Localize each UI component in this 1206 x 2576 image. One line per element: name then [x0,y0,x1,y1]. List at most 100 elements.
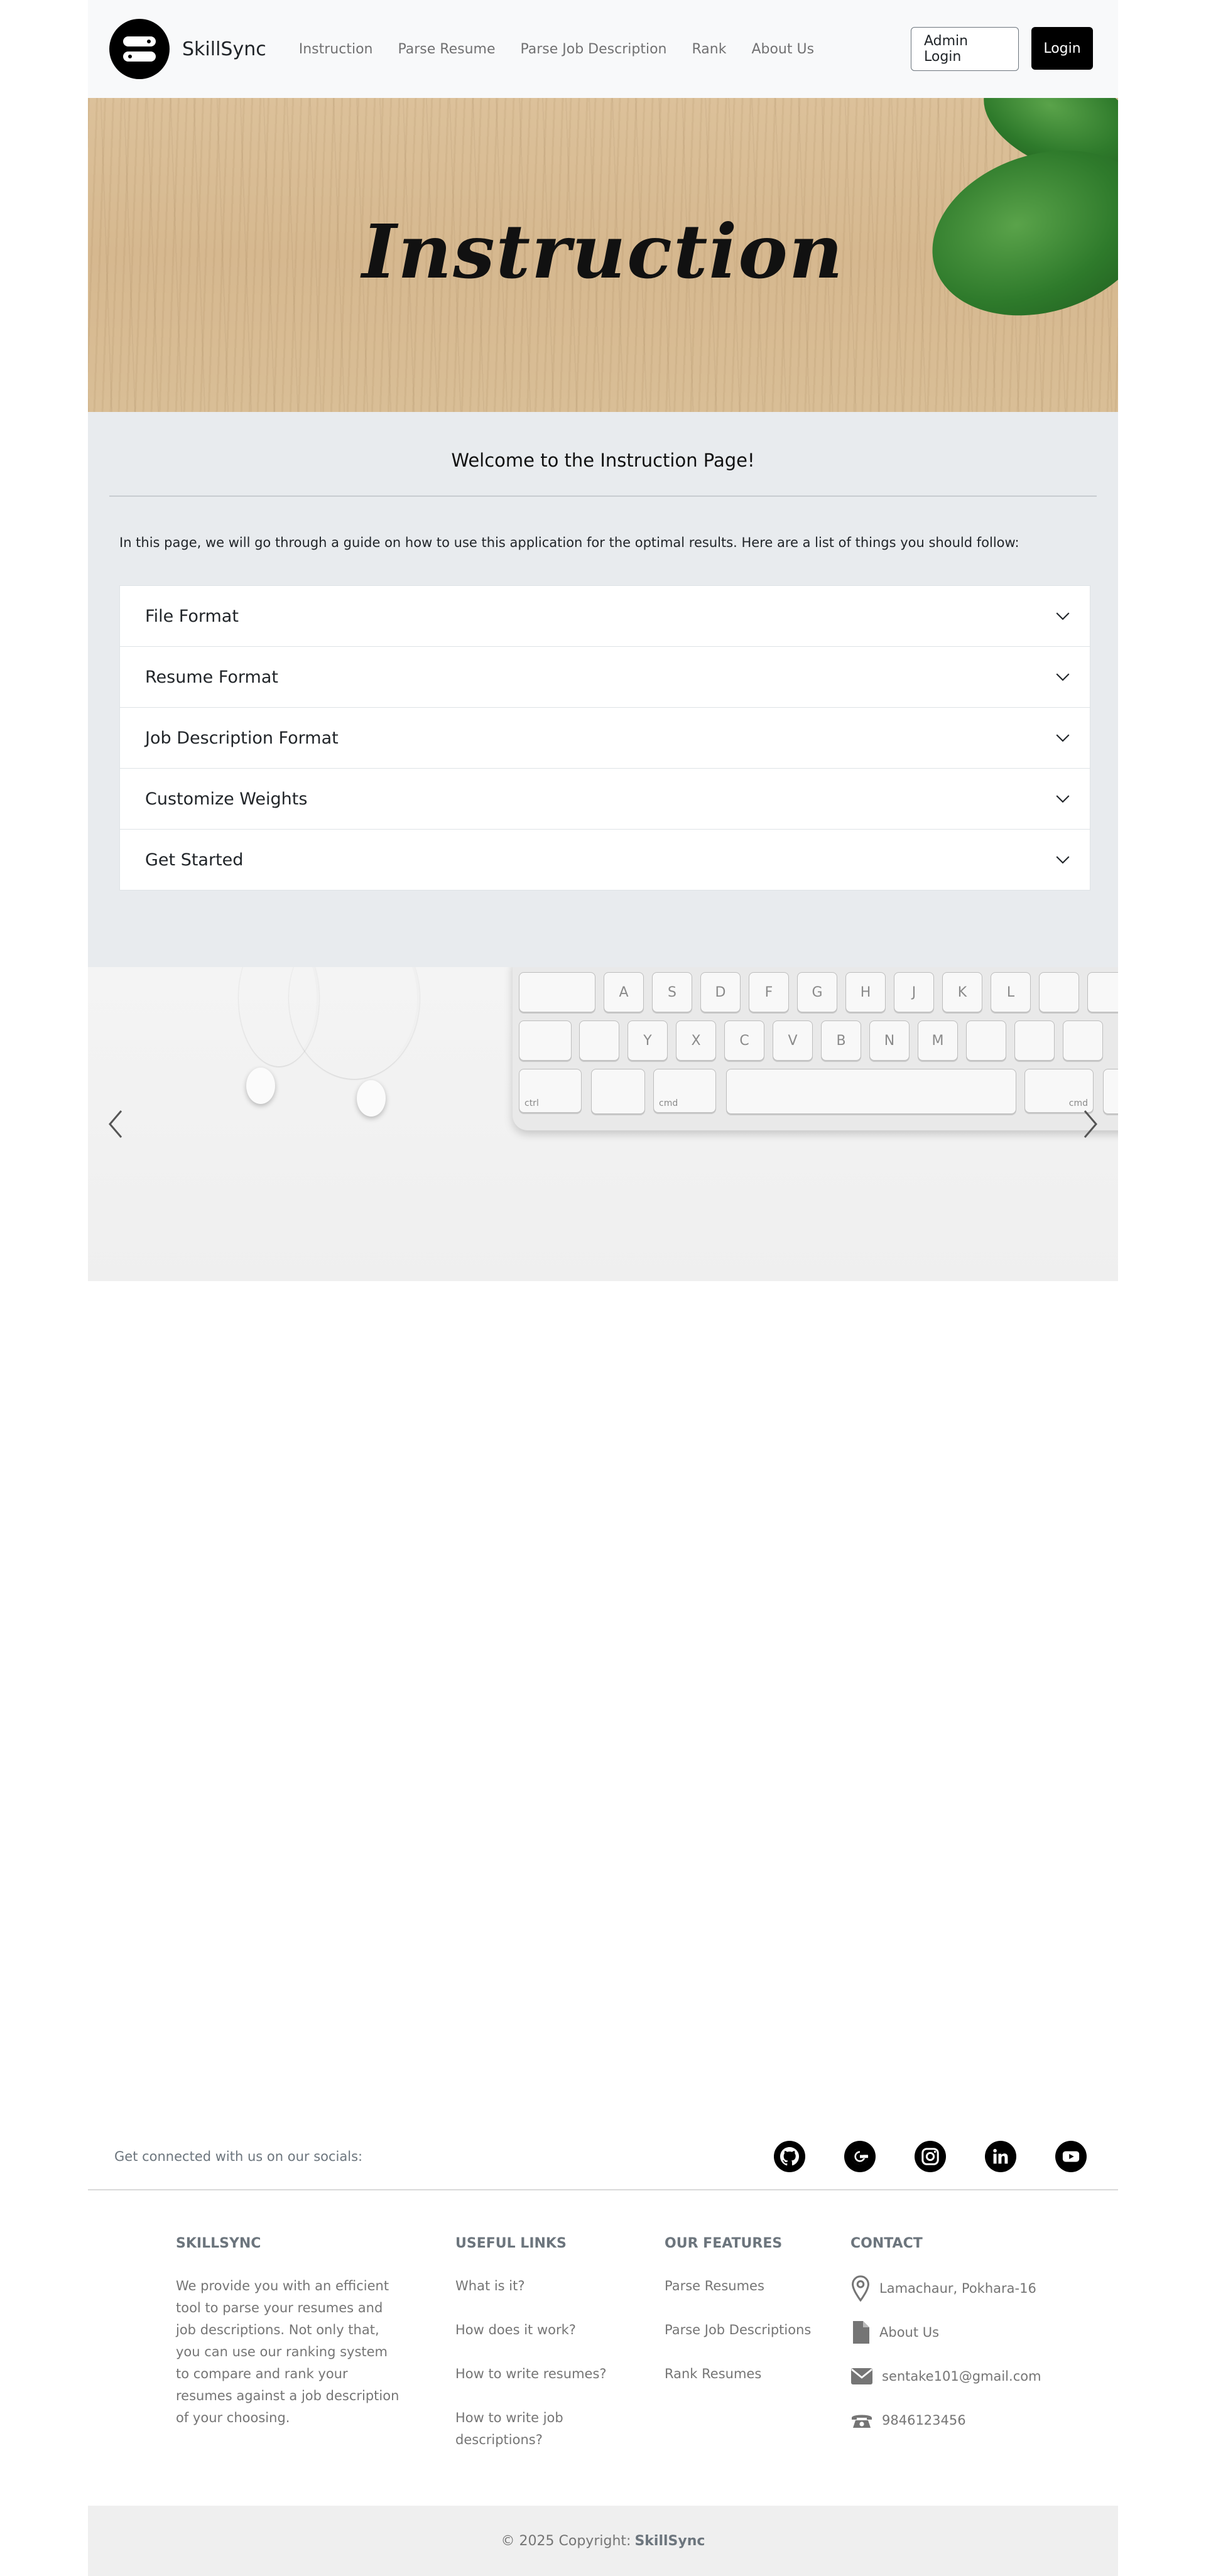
social-bar: Get connected with us on our socials: [88,2124,1118,2190]
keyboard-key: F [749,972,789,1012]
contact-email-text: sentake101@gmail.com [882,2369,1041,2384]
footer-about-text: We provide you with an efficient tool to… [176,2278,399,2425]
keyboard-key: L [991,972,1031,1012]
brand[interactable]: SkillSync [109,19,266,79]
earbud-image [246,1068,275,1104]
footer-link-parse-resumes[interactable]: Parse Resumes [665,2275,853,2297]
accordion-item-file-format[interactable]: File Format [120,586,1090,647]
carousel-next-button[interactable] [1075,1105,1106,1143]
accordion-label: Job Description Format [145,728,339,748]
instruction-section: Welcome to the Instruction Page! In this… [88,412,1118,967]
nav-links: Instruction Parse Resume Parse Job Descr… [299,41,839,57]
linkedin-icon[interactable] [985,2141,1016,2172]
image-carousel: A S D F G H J K L Y X C V B N M ctrl cmd… [88,967,1118,1281]
nav-link-parse-job-description[interactable]: Parse Job Description [520,41,666,57]
copyright-text: © 2025 Copyright: [501,2533,631,2549]
contact-phone[interactable]: 9846123456 [850,2407,1077,2433]
keyboard-key: D [700,972,741,1012]
chevron-down-icon [1056,856,1070,864]
chevron-down-icon [1056,795,1070,803]
copyright-bar: © 2025 Copyright: SkillSync [88,2506,1118,2576]
footer-link-rank-resumes[interactable]: Rank Resumes [665,2363,853,2385]
accordion-item-job-description-format[interactable]: Job Description Format [120,708,1090,769]
keyboard-key: A [604,972,644,1012]
accordion-label: Get Started [145,850,244,870]
brand-name: SkillSync [182,38,266,60]
admin-login-button[interactable]: Admin Login [911,27,1019,71]
earbud-image [357,1080,386,1117]
contact-address: Lamachaur, Pokhara-16 [850,2275,1077,2302]
nav-actions: Admin Login Login [911,27,1093,71]
footer-contact-heading: CONTACT [850,2236,923,2251]
footer-features-column: OUR FEATURES Parse Resumes Parse Job Des… [665,2236,853,2407]
location-pin-icon [852,2275,869,2302]
nav-link-parse-resume[interactable]: Parse Resume [398,41,495,57]
contact-phone-text: 9846123456 [882,2413,966,2428]
keyboard-key: C [724,1020,764,1061]
footer-link-how-to-write-resumes[interactable]: How to write resumes? [455,2363,644,2385]
footer-about-heading: SKILLSYNC [176,2236,261,2251]
contact-about[interactable]: About Us [850,2319,1077,2346]
nav-link-rank[interactable]: Rank [692,41,726,57]
instruction-accordion: File Format Resume Format Job Descriptio… [119,585,1090,890]
contact-address-text: Lamachaur, Pokhara-16 [879,2281,1036,2296]
keyboard-key: B [821,1020,861,1061]
footer-link-how-to-write-job-descriptions[interactable]: How to write job descriptions? [455,2407,625,2451]
skillsync-logo-icon [109,19,170,79]
contact-about-text: About Us [879,2325,940,2340]
keyboard-key: M [918,1020,958,1061]
nav-link-about-us[interactable]: About Us [751,41,814,57]
keyboard-key: G [797,972,837,1012]
keyboard-image: A S D F G H J K L Y X C V B N M ctrl cmd… [513,967,1118,1130]
hero-banner: Instruction [88,98,1118,412]
keyboard-key: N [869,1020,910,1061]
hero-title: Instruction [362,208,844,295]
navbar: SkillSync Instruction Parse Resume Parse… [88,0,1118,98]
youtube-icon[interactable] [1055,2141,1087,2172]
accordion-label: File Format [145,606,239,626]
instagram-icon[interactable] [915,2141,946,2172]
keyboard-key: V [773,1020,813,1061]
nav-link-instruction[interactable]: Instruction [299,41,373,57]
footer-link-parse-job-descriptions[interactable]: Parse Job Descriptions [665,2319,853,2341]
chevron-down-icon [1056,734,1070,742]
copyright-brand[interactable]: SkillSync [634,2533,705,2549]
instruction-heading: Welcome to the Instruction Page! [451,450,755,471]
keyboard-key: J [894,972,934,1012]
keyboard-key: H [845,972,886,1012]
social-text: Get connected with us on our socials: [114,2149,363,2164]
file-icon [853,2321,869,2344]
keyboard-key: K [942,972,982,1012]
chevron-down-icon [1056,612,1070,620]
chevron-down-icon [1056,673,1070,681]
footer-link-how-does-it-work[interactable]: How does it work? [455,2319,644,2341]
login-button[interactable]: Login [1031,27,1093,70]
keyboard-key: Y [627,1020,668,1061]
telephone-icon [852,2415,872,2428]
chevron-left-icon [109,1110,122,1138]
github-icon[interactable] [774,2141,805,2172]
earphone-cord-image [289,967,420,1079]
instruction-intro: In this page, we will go through a guide… [119,535,1019,550]
accordion-item-customize-weights[interactable]: Customize Weights [120,769,1090,830]
footer-useful-links-column: USEFUL LINKS What is it? How does it wor… [455,2236,644,2473]
accordion-label: Customize Weights [145,789,308,809]
accordion-label: Resume Format [145,667,278,687]
google-icon[interactable] [844,2141,876,2172]
divider [109,495,1097,497]
keyboard-key: ctrl [519,1069,582,1113]
keyboard-key: S [652,972,692,1012]
footer-useful-heading: USEFUL LINKS [455,2236,567,2251]
footer-contact-column: CONTACT Lamachaur, Pokhara-16 About Us s… [850,2236,1077,2451]
accordion-item-resume-format[interactable]: Resume Format [120,647,1090,708]
footer: SKILLSYNC We provide you with an efficie… [88,2223,1118,2487]
social-icons [774,2141,1087,2172]
footer-link-what-is-it[interactable]: What is it? [455,2275,644,2297]
footer-features-heading: OUR FEATURES [665,2236,783,2251]
accordion-item-get-started[interactable]: Get Started [120,830,1090,890]
contact-email[interactable]: sentake101@gmail.com [850,2363,1077,2389]
keyboard-key: X [676,1020,716,1061]
chevron-right-icon [1084,1110,1097,1138]
carousel-prev-button[interactable] [100,1105,131,1143]
keyboard-key: cmd [653,1069,716,1113]
